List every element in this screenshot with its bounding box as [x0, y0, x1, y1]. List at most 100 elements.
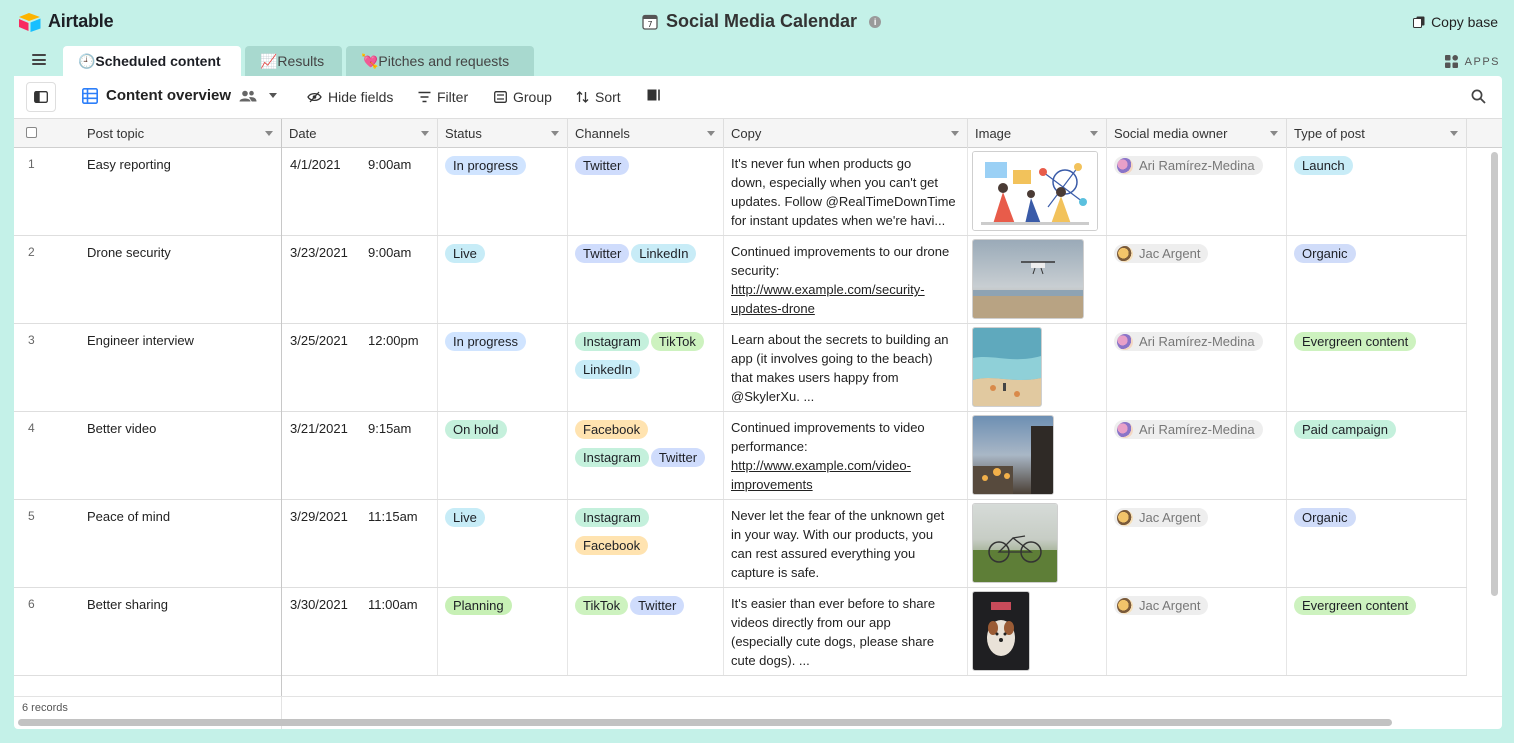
image-thumbnail[interactable]: [972, 151, 1098, 231]
column-header-social-media-owner[interactable]: Social media owner: [1107, 119, 1287, 148]
cell-type-of-post[interactable]: Evergreen content: [1287, 324, 1467, 411]
menu-icon[interactable]: [32, 54, 46, 65]
cell-type-of-post[interactable]: Launch: [1287, 148, 1467, 235]
channel-tag[interactable]: Instagram: [575, 508, 649, 527]
info-icon[interactable]: i: [869, 15, 882, 28]
channel-tag[interactable]: Instagram: [575, 448, 649, 467]
view-switcher[interactable]: Content overview: [82, 87, 278, 104]
chevron-down-icon[interactable]: [551, 131, 559, 136]
type-badge[interactable]: Organic: [1294, 508, 1356, 527]
table-row[interactable]: 3 Engineer interview 3/25/2021 12:00pm I…: [14, 324, 1467, 412]
cell-status[interactable]: In progress: [438, 324, 568, 411]
filter-button[interactable]: Filter: [418, 89, 468, 105]
copy-link[interactable]: http://www.example.com/video-: [731, 456, 960, 475]
cell-date[interactable]: 3/21/2021 9:15am: [282, 412, 438, 499]
cell-status[interactable]: Planning: [438, 588, 568, 675]
chevron-down-icon[interactable]: [1270, 131, 1278, 136]
cell-social-media-owner[interactable]: Jac Argent: [1107, 500, 1287, 587]
image-thumbnail[interactable]: [972, 503, 1058, 583]
cell-channels[interactable]: Twitter LinkedIn: [568, 236, 724, 323]
cell-image[interactable]: [968, 412, 1107, 499]
column-header-type-of-post[interactable]: Type of post: [1287, 119, 1467, 148]
sidebar-toggle-button[interactable]: [26, 82, 56, 112]
channel-tag[interactable]: Twitter: [630, 596, 685, 615]
select-all-checkbox[interactable]: [26, 127, 37, 138]
cell-social-media-owner[interactable]: Jac Argent: [1107, 236, 1287, 323]
cell-social-media-owner[interactable]: Ari Ramírez-Medina: [1107, 412, 1287, 499]
cell-type-of-post[interactable]: Organic: [1287, 236, 1467, 323]
cell-channels[interactable]: Facebook Instagram Twitter: [568, 412, 724, 499]
status-badge[interactable]: In progress: [445, 156, 527, 175]
copy-link[interactable]: updates-drone: [731, 299, 960, 318]
table-row[interactable]: 1 Easy reporting 4/1/2021 9:00am In prog…: [14, 148, 1467, 236]
cell-post-topic[interactable]: 6 Better sharing: [14, 588, 282, 675]
chevron-down-icon[interactable]: [265, 131, 273, 136]
image-thumbnail[interactable]: [972, 415, 1054, 495]
channel-tag[interactable]: Instagram: [575, 332, 649, 351]
vertical-scrollbar[interactable]: [1491, 152, 1498, 596]
status-badge[interactable]: Live: [445, 508, 485, 527]
cell-post-topic[interactable]: 5 Peace of mind: [14, 500, 282, 587]
table-row[interactable]: 6 Better sharing 3/30/2021 11:00am Plann…: [14, 588, 1467, 676]
status-badge[interactable]: Live: [445, 244, 485, 263]
column-header-channels[interactable]: Channels: [568, 119, 724, 148]
channel-tag[interactable]: Twitter: [650, 448, 706, 467]
cell-copy[interactable]: It's never fun when products go down, esp…: [724, 148, 968, 235]
cell-date[interactable]: 3/30/2021 11:00am: [282, 588, 438, 675]
type-badge[interactable]: Evergreen content: [1294, 596, 1417, 615]
copy-link[interactable]: http://www.example.com/security-: [731, 280, 960, 299]
chevron-down-icon[interactable]: [1090, 131, 1098, 136]
owner-chip[interactable]: Ari Ramírez-Medina: [1114, 420, 1263, 439]
horizontal-scrollbar[interactable]: [18, 719, 1392, 726]
airtable-logo[interactable]: Airtable: [18, 11, 114, 32]
owner-chip[interactable]: Jac Argent: [1114, 596, 1209, 615]
chevron-down-icon[interactable]: [421, 131, 429, 136]
cell-channels[interactable]: Instagram Facebook: [568, 500, 724, 587]
tab-results[interactable]: 📈Results: [245, 46, 342, 76]
cell-date[interactable]: 3/29/2021 11:15am: [282, 500, 438, 587]
owner-chip[interactable]: Jac Argent: [1114, 244, 1209, 263]
apps-button[interactable]: APPS: [1444, 54, 1500, 69]
sort-button[interactable]: Sort: [576, 89, 621, 105]
channel-tag[interactable]: Twitter: [575, 244, 630, 263]
search-button[interactable]: [1471, 89, 1486, 107]
channel-tag[interactable]: Facebook: [575, 536, 649, 555]
cell-channels[interactable]: Instagram TikTok LinkedIn: [568, 324, 724, 411]
owner-chip[interactable]: Ari Ramírez-Medina: [1114, 332, 1263, 351]
cell-copy[interactable]: It's easier than ever before to share vid…: [724, 588, 968, 675]
cell-post-topic[interactable]: 1 Easy reporting: [14, 148, 282, 235]
status-badge[interactable]: On hold: [445, 420, 507, 439]
type-badge[interactable]: Launch: [1294, 156, 1353, 175]
cell-type-of-post[interactable]: Paid campaign: [1287, 412, 1467, 499]
table-row[interactable]: 5 Peace of mind 3/29/2021 11:15am Live I…: [14, 500, 1467, 588]
cell-post-topic[interactable]: 4 Better video: [14, 412, 282, 499]
cell-status[interactable]: Live: [438, 500, 568, 587]
cell-copy[interactable]: Never let the fear of the unknown get in …: [724, 500, 968, 587]
cell-status[interactable]: In progress: [438, 148, 568, 235]
group-button[interactable]: Group: [494, 89, 552, 105]
cell-social-media-owner[interactable]: Ari Ramírez-Medina: [1107, 324, 1287, 411]
channel-tag[interactable]: LinkedIn: [631, 244, 697, 263]
channel-tag[interactable]: Facebook: [575, 420, 649, 439]
cell-social-media-owner[interactable]: Jac Argent: [1107, 588, 1287, 675]
type-badge[interactable]: Evergreen content: [1294, 332, 1417, 351]
cell-image[interactable]: [968, 236, 1107, 323]
type-badge[interactable]: Organic: [1294, 244, 1356, 263]
channel-tag[interactable]: LinkedIn: [575, 360, 641, 379]
chevron-down-icon[interactable]: [707, 131, 715, 136]
cell-copy[interactable]: Continued improvements to video performan…: [724, 412, 968, 499]
cell-date[interactable]: 3/25/2021 12:00pm: [282, 324, 438, 411]
cell-image[interactable]: [968, 148, 1107, 235]
channel-tag[interactable]: Twitter: [575, 156, 630, 175]
type-badge[interactable]: Paid campaign: [1294, 420, 1396, 439]
table-row[interactable]: 2 Drone security 3/23/2021 9:00am Live T…: [14, 236, 1467, 324]
owner-chip[interactable]: Jac Argent: [1114, 508, 1209, 527]
hide-fields-button[interactable]: Hide fields: [307, 89, 393, 105]
copy-link[interactable]: improvements: [731, 475, 960, 494]
channel-tag[interactable]: TikTok: [650, 332, 704, 351]
cell-channels[interactable]: Twitter: [568, 148, 724, 235]
column-header-post-topic[interactable]: Post topic: [14, 119, 282, 148]
image-thumbnail[interactable]: [972, 591, 1030, 671]
cell-type-of-post[interactable]: Evergreen content: [1287, 588, 1467, 675]
row-height-button[interactable]: [647, 89, 661, 101]
